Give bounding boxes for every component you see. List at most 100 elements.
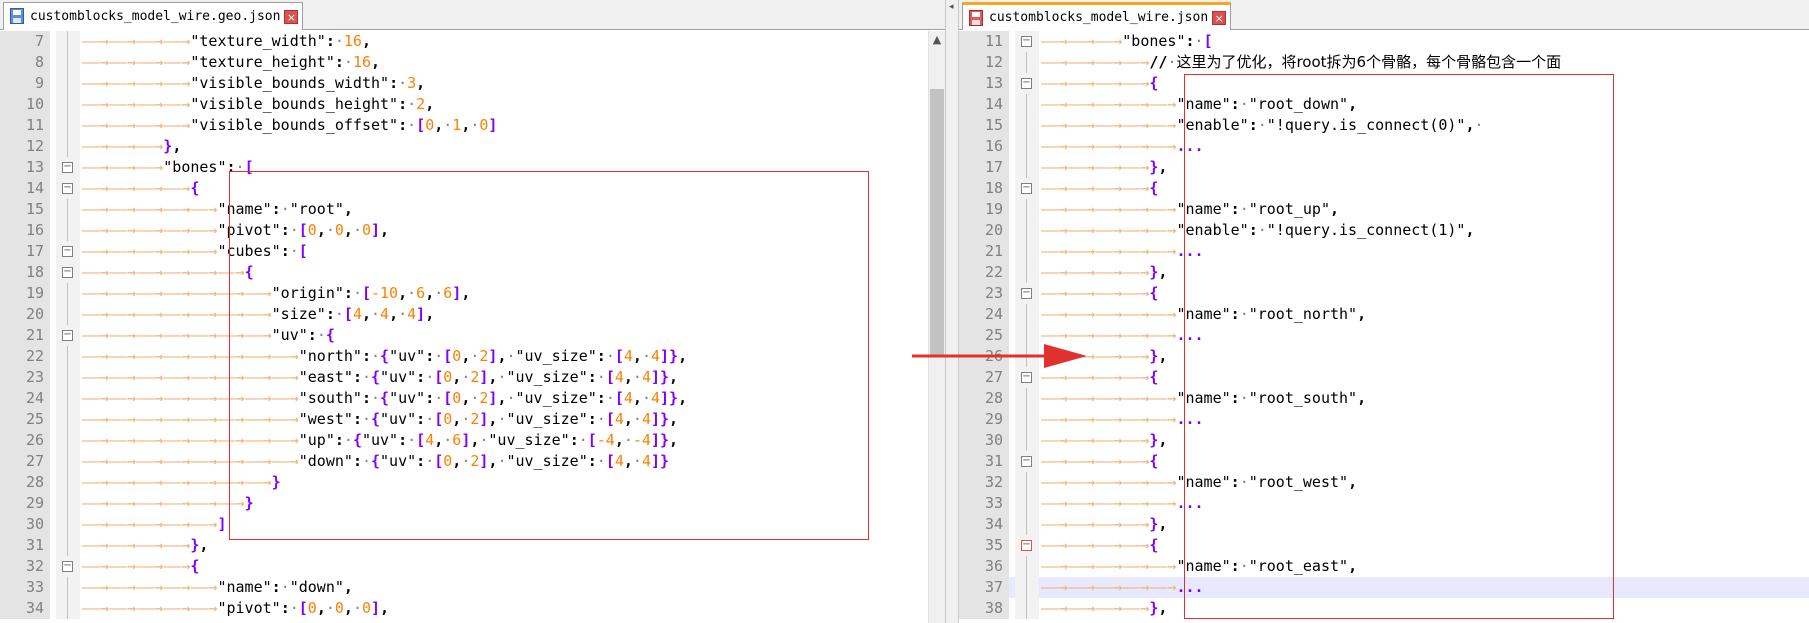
indent-arrow-icon: ——→ — [1122, 494, 1150, 512]
fold-toggle-icon[interactable]: − — [62, 162, 73, 173]
code-line[interactable]: 9 ——→——→——→——→"visible_bounds_width":·3, — [0, 73, 945, 94]
fold-margin — [1015, 220, 1039, 241]
fold-guide — [1026, 241, 1027, 262]
fold-toggle-icon[interactable]: − — [1021, 456, 1032, 467]
indent-arrow-icon: ——→ — [163, 53, 191, 71]
indent-arrow-icon: ——→ — [136, 137, 164, 155]
pane-splitter[interactable]: ◂ — [945, 0, 959, 623]
fold-toggle-icon[interactable]: − — [62, 246, 73, 257]
fold-margin: − — [1015, 535, 1039, 556]
fold-toggle-icon[interactable]: − — [62, 267, 73, 278]
line-number: 23 — [959, 283, 1009, 304]
line-number: 31 — [0, 535, 50, 556]
code-line[interactable]: 12 ——→——→——→——→//·这里为了优化，将root拆为6个骨骼，每个骨骼… — [959, 52, 1809, 73]
code-token: · — [334, 32, 344, 50]
code-token: "visible_bounds_offset" — [190, 116, 399, 134]
indent-arrow-icon: ——→ — [1041, 599, 1069, 617]
code-token: "texture_width" — [190, 32, 326, 50]
indent-arrow-icon: ——→ — [1068, 431, 1096, 449]
fold-guide — [67, 409, 68, 430]
fold-toggle-icon[interactable]: − — [1021, 540, 1032, 551]
fold-guide — [1026, 472, 1027, 493]
fold-margin — [56, 493, 80, 514]
code-token: { — [1149, 179, 1159, 197]
indent-arrow-icon: ——→ — [1041, 452, 1069, 470]
code-token: , — [172, 137, 182, 155]
code-line[interactable]: 11− ——→——→——→"bones":·[ — [959, 31, 1809, 52]
indent-arrow-icon: ——→ — [1095, 431, 1123, 449]
code-line[interactable]: 11 ——→——→——→——→"visible_bounds_offset":·[… — [0, 115, 945, 136]
close-tab-icon[interactable]: × — [284, 9, 299, 24]
fold-toggle-icon[interactable]: − — [62, 183, 73, 194]
code-line[interactable]: 7 ——→——→——→——→"texture_width":·16, — [0, 31, 945, 52]
fold-toggle-icon[interactable]: − — [1021, 183, 1032, 194]
indent-arrow-icon: ——→ — [1122, 389, 1150, 407]
indent-arrow-icon: ——→ — [1149, 95, 1177, 113]
fold-toggle-icon[interactable]: − — [62, 561, 73, 572]
indent-arrow-icon: ——→ — [163, 221, 191, 239]
indent-arrow-icon: ——→ — [163, 242, 191, 260]
indent-arrow-icon: ——→ — [136, 347, 164, 365]
scrollbar-thumb[interactable] — [930, 89, 944, 357]
code-token: // — [1149, 53, 1168, 71]
code-token: 16 — [343, 32, 362, 50]
indent-arrow-icon: ——→ — [1149, 494, 1177, 512]
indent-arrow-icon: ——→ — [136, 200, 164, 218]
fold-guide — [67, 535, 68, 556]
fold-toggle-icon[interactable]: − — [1021, 36, 1032, 47]
indent-arrow-icon: ——→ — [136, 494, 164, 512]
indent-arrow-icon: ——→ — [1122, 242, 1150, 260]
code-text: ——→——→——→——→}, — [1041, 514, 1167, 535]
code-line[interactable]: 33 ——→——→——→——→——→"name":·"down", — [0, 577, 945, 598]
indent-arrow-icon: ——→ — [109, 95, 137, 113]
code-text: ——→——→——→——→——→... — [1041, 493, 1204, 514]
indent-arrow-icon: ——→ — [136, 389, 164, 407]
indent-arrow-icon: ——→ — [109, 515, 137, 533]
tab-right-file[interactable]: customblocks_model_wire.json × — [962, 2, 1232, 30]
fold-toggle-icon[interactable]: − — [62, 330, 73, 341]
tab-left-file[interactable]: customblocks_model_wire.geo.json × — [3, 2, 304, 30]
fold-margin — [56, 304, 80, 325]
code-token: "bones" — [163, 158, 227, 176]
code-text: ——→——→——→}, — [82, 136, 181, 157]
code-token: : — [389, 74, 399, 92]
indent-arrow-icon: ——→ — [82, 305, 110, 323]
fold-toggle-icon[interactable]: − — [1021, 78, 1032, 89]
code-line[interactable]: 8 ——→——→——→——→"texture_height":·16, — [0, 52, 945, 73]
vertical-scrollbar[interactable]: ▲ — [928, 31, 945, 623]
code-line[interactable]: 12 ——→——→——→}, — [0, 136, 945, 157]
fold-toggle-icon[interactable]: − — [1021, 372, 1032, 383]
code-token: , — [361, 32, 371, 50]
indent-arrow-icon: ——→ — [163, 200, 191, 218]
indent-arrow-icon: ——→ — [163, 74, 191, 92]
indent-arrow-icon: ——→ — [1068, 95, 1096, 113]
fold-margin: − — [1015, 178, 1039, 199]
line-number: 16 — [0, 220, 50, 241]
fold-guide — [67, 94, 68, 115]
fold-margin: − — [1015, 451, 1039, 472]
scroll-up-arrow-icon[interactable]: ▲ — [929, 31, 945, 48]
fold-toggle-icon[interactable]: − — [1021, 288, 1032, 299]
fold-guide — [67, 283, 68, 304]
indent-arrow-icon: ——→ — [163, 578, 191, 596]
code-line[interactable]: 10 ——→——→——→——→"visible_bounds_height":·2… — [0, 94, 945, 115]
code-token: · — [443, 116, 453, 134]
line-number: 10 — [0, 94, 50, 115]
indent-arrow-icon: ——→ — [109, 32, 137, 50]
code-token: : — [325, 32, 335, 50]
indent-arrow-icon: ——→ — [1068, 557, 1096, 575]
indent-arrow-icon: ——→ — [109, 116, 137, 134]
fold-margin — [56, 598, 80, 619]
indent-arrow-icon: ——→ — [1122, 536, 1150, 554]
fold-margin — [1015, 409, 1039, 430]
close-tab-icon[interactable]: × — [1212, 10, 1227, 25]
line-number: 16 — [959, 136, 1009, 157]
indent-arrow-icon: ——→ — [1122, 305, 1150, 323]
code-line[interactable]: 34 ——→——→——→——→——→"pivot":·[0,·0,·0], — [0, 598, 945, 619]
code-text: ——→——→——→——→——→——→} — [82, 493, 254, 514]
line-number: 11 — [0, 115, 50, 136]
indent-arrow-icon: ——→ — [1041, 116, 1069, 134]
fold-margin — [56, 514, 80, 535]
indent-arrow-icon: ——→ — [1122, 578, 1150, 596]
code-line[interactable]: 32− ——→——→——→——→{ — [0, 556, 945, 577]
